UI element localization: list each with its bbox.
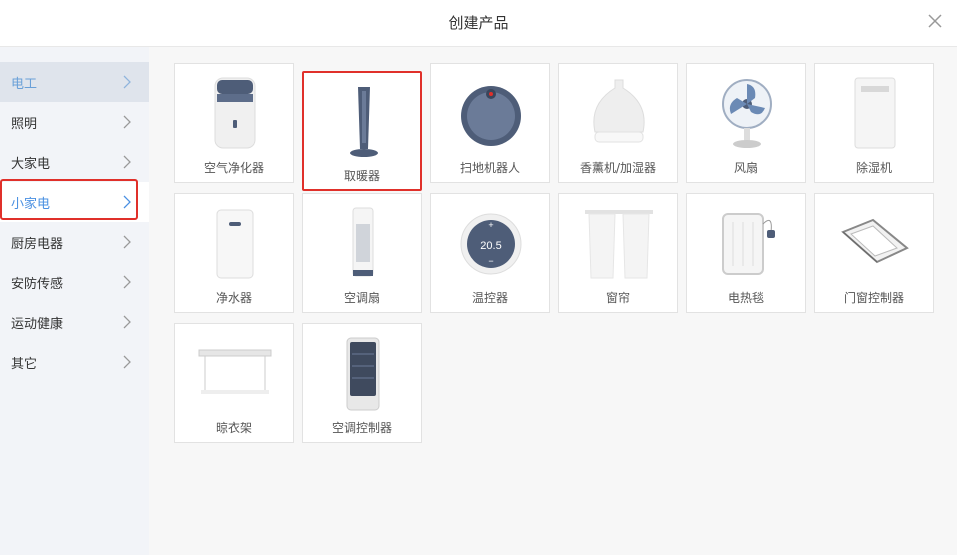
window-controller-icon bbox=[841, 218, 909, 264]
category-kitchen[interactable]: 厨房电器 bbox=[0, 222, 149, 262]
product-name: 香薰机/加湿器 bbox=[579, 161, 657, 175]
chevron-right-icon bbox=[123, 75, 131, 89]
category-electrician[interactable]: 电工 bbox=[0, 62, 149, 102]
ac-controller-icon bbox=[346, 337, 380, 411]
product-card-clothes-rack[interactable]: 晾衣架 bbox=[174, 323, 294, 443]
category-sidebar: 电工 照明 大家电 小家电 厨房电器 安防传感 运动健康 其它 bbox=[0, 47, 149, 555]
dialog-header: 创建产品 bbox=[0, 0, 957, 47]
chevron-right-icon bbox=[123, 275, 131, 289]
product-name: 空气净化器 bbox=[203, 161, 264, 175]
category-label: 小家电 bbox=[11, 197, 51, 212]
category-small-appliance[interactable]: 小家电 bbox=[0, 182, 149, 222]
category-label: 大家电 bbox=[11, 157, 51, 172]
product-name: 净水器 bbox=[215, 291, 252, 305]
product-name: 空调控制器 bbox=[331, 421, 392, 435]
water-purifier-icon bbox=[216, 209, 254, 279]
air-cooler-icon bbox=[352, 207, 374, 277]
thermostat-icon: + 20.5 − bbox=[460, 213, 522, 275]
humidifier-icon bbox=[593, 79, 645, 143]
product-card-humidifier[interactable]: 香薰机/加湿器 bbox=[558, 63, 678, 183]
heater-icon bbox=[350, 87, 378, 157]
product-card-thermostat[interactable]: + 20.5 − 温控器 bbox=[430, 193, 550, 313]
chevron-right-icon bbox=[123, 355, 131, 369]
category-label: 电工 bbox=[11, 77, 38, 92]
product-name: 晾衣架 bbox=[215, 421, 252, 435]
category-label: 运动健康 bbox=[11, 317, 64, 332]
product-name: 取暖器 bbox=[343, 169, 380, 183]
product-card-heater[interactable]: 取暖器 bbox=[302, 71, 422, 191]
fan-icon bbox=[722, 79, 772, 148]
product-name: 温控器 bbox=[471, 291, 508, 305]
product-name: 电热毯 bbox=[727, 291, 764, 305]
category-label: 厨房电器 bbox=[11, 237, 64, 252]
product-grid: 空气净化器 取暖器 扫地机器人 香薰机/加湿器 风扇 除湿机 净水器 空调扇 +… bbox=[149, 47, 957, 555]
product-name: 门窗控制器 bbox=[843, 291, 904, 305]
product-card-fan[interactable]: 风扇 bbox=[686, 63, 806, 183]
robot-vacuum-icon bbox=[461, 86, 521, 146]
product-card-window-controller[interactable]: 门窗控制器 bbox=[814, 193, 934, 313]
chevron-right-icon bbox=[123, 315, 131, 329]
category-label: 安防传感 bbox=[11, 277, 64, 292]
chevron-right-icon bbox=[123, 115, 131, 129]
thermostat-plus-label: + bbox=[488, 220, 493, 230]
product-card-air-purifier[interactable]: 空气净化器 bbox=[174, 63, 294, 183]
thermostat-temperature: 20.5 bbox=[480, 240, 501, 252]
product-name: 窗帘 bbox=[605, 291, 630, 305]
electric-blanket-icon bbox=[722, 213, 775, 275]
category-lighting[interactable]: 照明 bbox=[0, 102, 149, 142]
curtain-icon bbox=[585, 210, 653, 279]
product-card-robot-vacuum[interactable]: 扫地机器人 bbox=[430, 63, 550, 183]
chevron-right-icon bbox=[123, 235, 131, 249]
category-major-appliance[interactable]: 大家电 bbox=[0, 142, 149, 182]
product-card-electric-blanket[interactable]: 电热毯 bbox=[686, 193, 806, 313]
clothes-rack-icon bbox=[198, 349, 272, 394]
product-name: 风扇 bbox=[733, 161, 758, 175]
product-name: 扫地机器人 bbox=[459, 161, 520, 175]
product-card-ac-controller[interactable]: 空调控制器 bbox=[302, 323, 422, 443]
category-label: 照明 bbox=[11, 117, 38, 132]
thermostat-minus-label: − bbox=[488, 256, 493, 266]
product-name: 空调扇 bbox=[343, 291, 380, 305]
product-card-dehumidifier[interactable]: 除湿机 bbox=[814, 63, 934, 183]
dialog-title: 创建产品 bbox=[448, 14, 509, 32]
category-other[interactable]: 其它 bbox=[0, 342, 149, 382]
category-security-sensor[interactable]: 安防传感 bbox=[0, 262, 149, 302]
air-purifier-icon bbox=[214, 77, 256, 149]
dehumidifier-icon bbox=[854, 77, 896, 149]
category-label: 其它 bbox=[11, 357, 38, 372]
close-icon[interactable] bbox=[926, 12, 944, 30]
chevron-right-icon bbox=[123, 155, 131, 169]
product-card-air-cooler[interactable]: 空调扇 bbox=[302, 193, 422, 313]
chevron-right-icon bbox=[123, 195, 131, 209]
product-card-water-purifier[interactable]: 净水器 bbox=[174, 193, 294, 313]
product-name: 除湿机 bbox=[855, 161, 892, 175]
product-card-curtain[interactable]: 窗帘 bbox=[558, 193, 678, 313]
category-sports-health[interactable]: 运动健康 bbox=[0, 302, 149, 342]
